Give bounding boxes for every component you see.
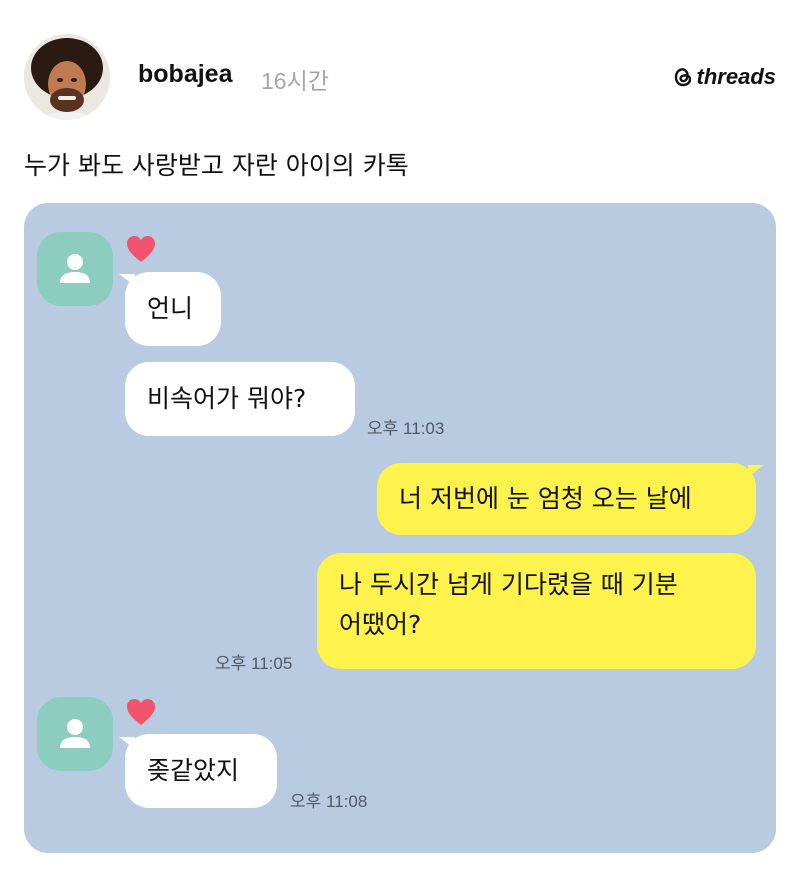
message-time: 오후 11:05 bbox=[215, 654, 293, 673]
default-person-icon bbox=[60, 719, 90, 748]
message-text: 언니 bbox=[147, 294, 194, 323]
message-bubble-incoming[interactable]: 언니 bbox=[125, 272, 221, 346]
message-text: 좆같았지 bbox=[147, 756, 240, 785]
message-bubble-outgoing[interactable]: 너 저번에 눈 엄청 오는 날에 bbox=[377, 463, 756, 535]
message-time: 오후 11:03 bbox=[367, 419, 445, 438]
default-person-icon bbox=[60, 254, 90, 283]
message-bubble-outgoing[interactable]: 나 두시간 넘게 기다렸을 때 기분 어땠어? bbox=[317, 553, 756, 669]
post-caption: 누가 봐도 사랑받고 자란 아이의 카톡 bbox=[24, 151, 409, 180]
post-timestamp: 16시간 bbox=[261, 68, 329, 94]
brand-label: threads bbox=[696, 64, 776, 89]
message-text: 너 저번에 눈 엄청 오는 날에 bbox=[399, 484, 692, 513]
post-header: bobajea 16시간 threads bbox=[24, 34, 776, 120]
threads-logo-icon bbox=[674, 68, 691, 87]
message-time: 오후 11:08 bbox=[290, 792, 368, 811]
message-bubble-incoming[interactable]: 좆같았지 bbox=[125, 734, 277, 808]
avatar-portrait-icon bbox=[24, 34, 110, 120]
heart-icon bbox=[127, 699, 155, 725]
threads-brand[interactable]: threads bbox=[673, 64, 776, 90]
message-text-line: 어땠어? bbox=[339, 610, 422, 639]
message-text: 비속어가 뭐야? bbox=[147, 384, 307, 413]
message-bubble-incoming[interactable]: 비속어가 뭐야? bbox=[125, 362, 355, 436]
message-text-line: 나 두시간 넘게 기다렸을 때 기분 bbox=[339, 570, 678, 599]
sender-profile-picture[interactable] bbox=[37, 697, 113, 771]
author-avatar[interactable] bbox=[24, 34, 110, 120]
sender-profile-picture[interactable] bbox=[37, 232, 113, 306]
author-username[interactable]: bobajea bbox=[138, 60, 232, 89]
chat-screenshot: 언니 비속어가 뭐야? 오후 11:03 너 저번에 눈 엄청 오는 날에 나 … bbox=[24, 203, 776, 853]
heart-icon bbox=[127, 236, 155, 262]
